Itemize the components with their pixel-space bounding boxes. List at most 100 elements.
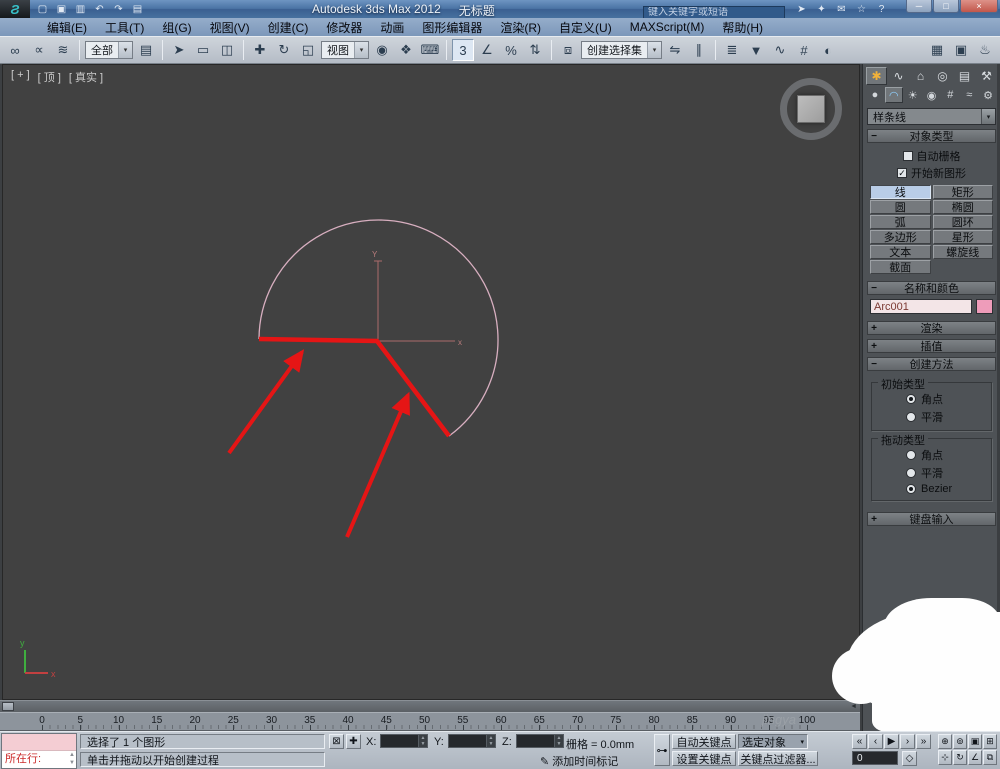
y-coordinate-field[interactable]: ▲ ▼ <box>448 734 496 748</box>
layer-manager-icon[interactable]: ≣ <box>721 39 743 61</box>
initial-corner-radio[interactable] <box>906 394 916 404</box>
tab-modify[interactable]: ∿ <box>888 67 909 85</box>
menu-rendering[interactable]: 渲染(R) <box>491 19 550 36</box>
auto-key-toggle[interactable]: 自动关键点 <box>672 734 736 749</box>
menu-tools[interactable]: 工具(T) <box>96 19 153 36</box>
key-filters-button[interactable]: 关键点过滤器... <box>738 751 818 766</box>
menu-group[interactable]: 组(G) <box>153 19 200 36</box>
listener-macro-row[interactable] <box>2 734 76 751</box>
menu-create[interactable]: 创建(C) <box>259 19 318 36</box>
rollout-object-type-header[interactable]: − 对象类型 <box>867 129 996 143</box>
add-time-tag[interactable]: ✎ 添加时间标记 <box>540 753 618 769</box>
button-text[interactable]: 文本 <box>870 245 931 259</box>
use-pivot-center-icon[interactable]: ◉ <box>371 39 393 61</box>
rendered-frame-icon[interactable]: ▣ <box>950 39 972 61</box>
button-arc[interactable]: 弧 <box>870 215 931 229</box>
button-line[interactable]: 线 <box>870 185 931 199</box>
track-bar[interactable]: 0 5 10 15 20 25 30 35 40 45 50 55 60 65 70 75 80 85 90 95 10… <box>0 712 860 731</box>
help-icon[interactable]: ? <box>873 2 890 16</box>
maximize-button[interactable]: □ <box>933 0 959 13</box>
rollout-rendering-header[interactable]: + 渲染 <box>867 321 996 335</box>
menu-help[interactable]: 帮助(H) <box>713 19 772 36</box>
search-go-icon[interactable]: ➤ <box>793 2 810 16</box>
button-ellipse[interactable]: 椭圆 <box>932 200 993 214</box>
viewcube[interactable] <box>780 78 842 140</box>
category-lights[interactable]: ☀ <box>904 87 922 103</box>
drag-bezier-radio[interactable] <box>906 484 916 494</box>
select-object-icon[interactable]: ➤ <box>168 39 190 61</box>
button-circle[interactable]: 圆 <box>870 200 931 214</box>
category-cameras[interactable]: ◉ <box>923 87 941 103</box>
coord-system-dropdown[interactable]: 视图 ▾ <box>321 41 369 59</box>
schematic-view-icon[interactable]: # <box>793 39 815 61</box>
graphite-toggle-icon[interactable]: ▼ <box>745 39 767 61</box>
button-star[interactable]: 星形 <box>932 230 993 244</box>
select-by-name-icon[interactable]: ▤ <box>135 39 157 61</box>
key-mode-toggle-button[interactable]: ◇ <box>902 751 917 766</box>
category-shapes[interactable]: ◠ <box>884 87 903 103</box>
subscription-icon[interactable]: ✦ <box>813 2 830 16</box>
select-and-manipulate-icon[interactable]: ❖ <box>395 39 417 61</box>
tab-create[interactable]: ✱ <box>866 67 887 85</box>
close-button[interactable]: × <box>960 0 998 13</box>
play-animation-button[interactable]: ▶ <box>884 734 899 749</box>
bind-to-space-warp-icon[interactable]: ≋ <box>52 39 74 61</box>
selection-filter-dropdown[interactable]: 全部 ▾ <box>85 41 133 59</box>
fov-icon[interactable]: ∠ <box>968 750 982 765</box>
max-logo-button[interactable]: Ϩ <box>0 0 30 18</box>
save-file-icon[interactable]: ▥ <box>72 2 89 16</box>
menu-customize[interactable]: 自定义(U) <box>550 19 621 36</box>
rollout-keyboard-entry-header[interactable]: + 键盘输入 <box>867 512 996 526</box>
align-icon[interactable]: ∥ <box>688 39 710 61</box>
object-name-field[interactable]: Arc001 <box>870 299 972 314</box>
zoom-icon[interactable]: ⊕ <box>938 734 952 749</box>
object-color-swatch[interactable] <box>976 299 993 314</box>
redo-icon[interactable]: ↷ <box>110 2 127 16</box>
time-slider[interactable]: ◄ <box>0 700 860 712</box>
spinner-snap-icon[interactable]: ⇅ <box>524 39 546 61</box>
select-and-link-icon[interactable]: ∞ <box>4 39 26 61</box>
unlink-selection-icon[interactable]: ∝ <box>28 39 50 61</box>
category-geometry[interactable]: ● <box>866 87 884 103</box>
orbit-icon[interactable]: ↻ <box>953 750 967 765</box>
curve-editor-icon[interactable]: ∿ <box>769 39 791 61</box>
rollout-name-color-header[interactable]: − 名称和颜色 <box>867 281 996 295</box>
viewport-menu-shading[interactable]: [ 真实 ] <box>69 69 103 85</box>
listener-script-row[interactable]: 所在行: ▲ ▼ <box>2 751 76 768</box>
x-coordinate-field[interactable]: ▲ ▼ <box>380 734 428 748</box>
autogrid-checkbox[interactable] <box>902 151 913 161</box>
time-slider-arrow-icon[interactable]: ◄ <box>850 703 857 710</box>
viewport-menu-view[interactable]: [ 顶 ] <box>38 69 61 85</box>
viewport-menu-general[interactable]: [ + ] <box>11 69 30 85</box>
set-keys-button[interactable]: ⊶ <box>654 734 670 766</box>
menu-graph-editors[interactable]: 图形编辑器 <box>413 19 491 36</box>
project-folder-icon[interactable]: ▤ <box>129 2 146 16</box>
menu-modifiers[interactable]: 修改器 <box>317 19 371 36</box>
button-rectangle[interactable]: 矩形 <box>932 185 993 199</box>
z-coordinate-field[interactable]: ▲ ▼ <box>516 734 564 748</box>
favorites-icon[interactable]: ☆ <box>853 2 870 16</box>
zoom-extents-all-icon[interactable]: ⊞ <box>983 734 997 749</box>
select-and-move-icon[interactable]: ✚ <box>249 39 271 61</box>
communication-center-icon[interactable]: ✉ <box>833 2 850 16</box>
start-new-shape-checkbox[interactable] <box>897 168 907 178</box>
tab-motion[interactable]: ◎ <box>932 67 953 85</box>
drag-smooth-radio[interactable] <box>906 468 916 478</box>
absolute-offset-toggle[interactable]: ✚ <box>346 734 361 749</box>
spline-type-dropdown[interactable]: 样条线 ▾ <box>867 108 996 125</box>
mirror-icon[interactable]: ⇋ <box>664 39 686 61</box>
listener-scroll-arrows[interactable]: ▲ ▼ <box>69 751 75 767</box>
category-spacewarps[interactable]: ≈ <box>960 87 978 103</box>
rollout-interpolation-header[interactable]: + 插值 <box>867 339 996 353</box>
next-frame-button[interactable]: › <box>900 734 915 749</box>
window-crossing-icon[interactable]: ◫ <box>216 39 238 61</box>
category-helpers[interactable]: # <box>941 87 959 103</box>
open-file-icon[interactable]: ▣ <box>53 2 70 16</box>
button-ngon[interactable]: 多边形 <box>870 230 931 244</box>
edit-named-selections-icon[interactable]: ⧈ <box>557 39 579 61</box>
set-key-mode-toggle[interactable]: 设置关键点 <box>672 751 736 766</box>
tab-display[interactable]: ▤ <box>954 67 975 85</box>
pan-icon[interactable]: ⊹ <box>938 750 952 765</box>
keyboard-override-icon[interactable]: ⌨ <box>419 39 441 61</box>
button-donut[interactable]: 圆环 <box>932 215 993 229</box>
